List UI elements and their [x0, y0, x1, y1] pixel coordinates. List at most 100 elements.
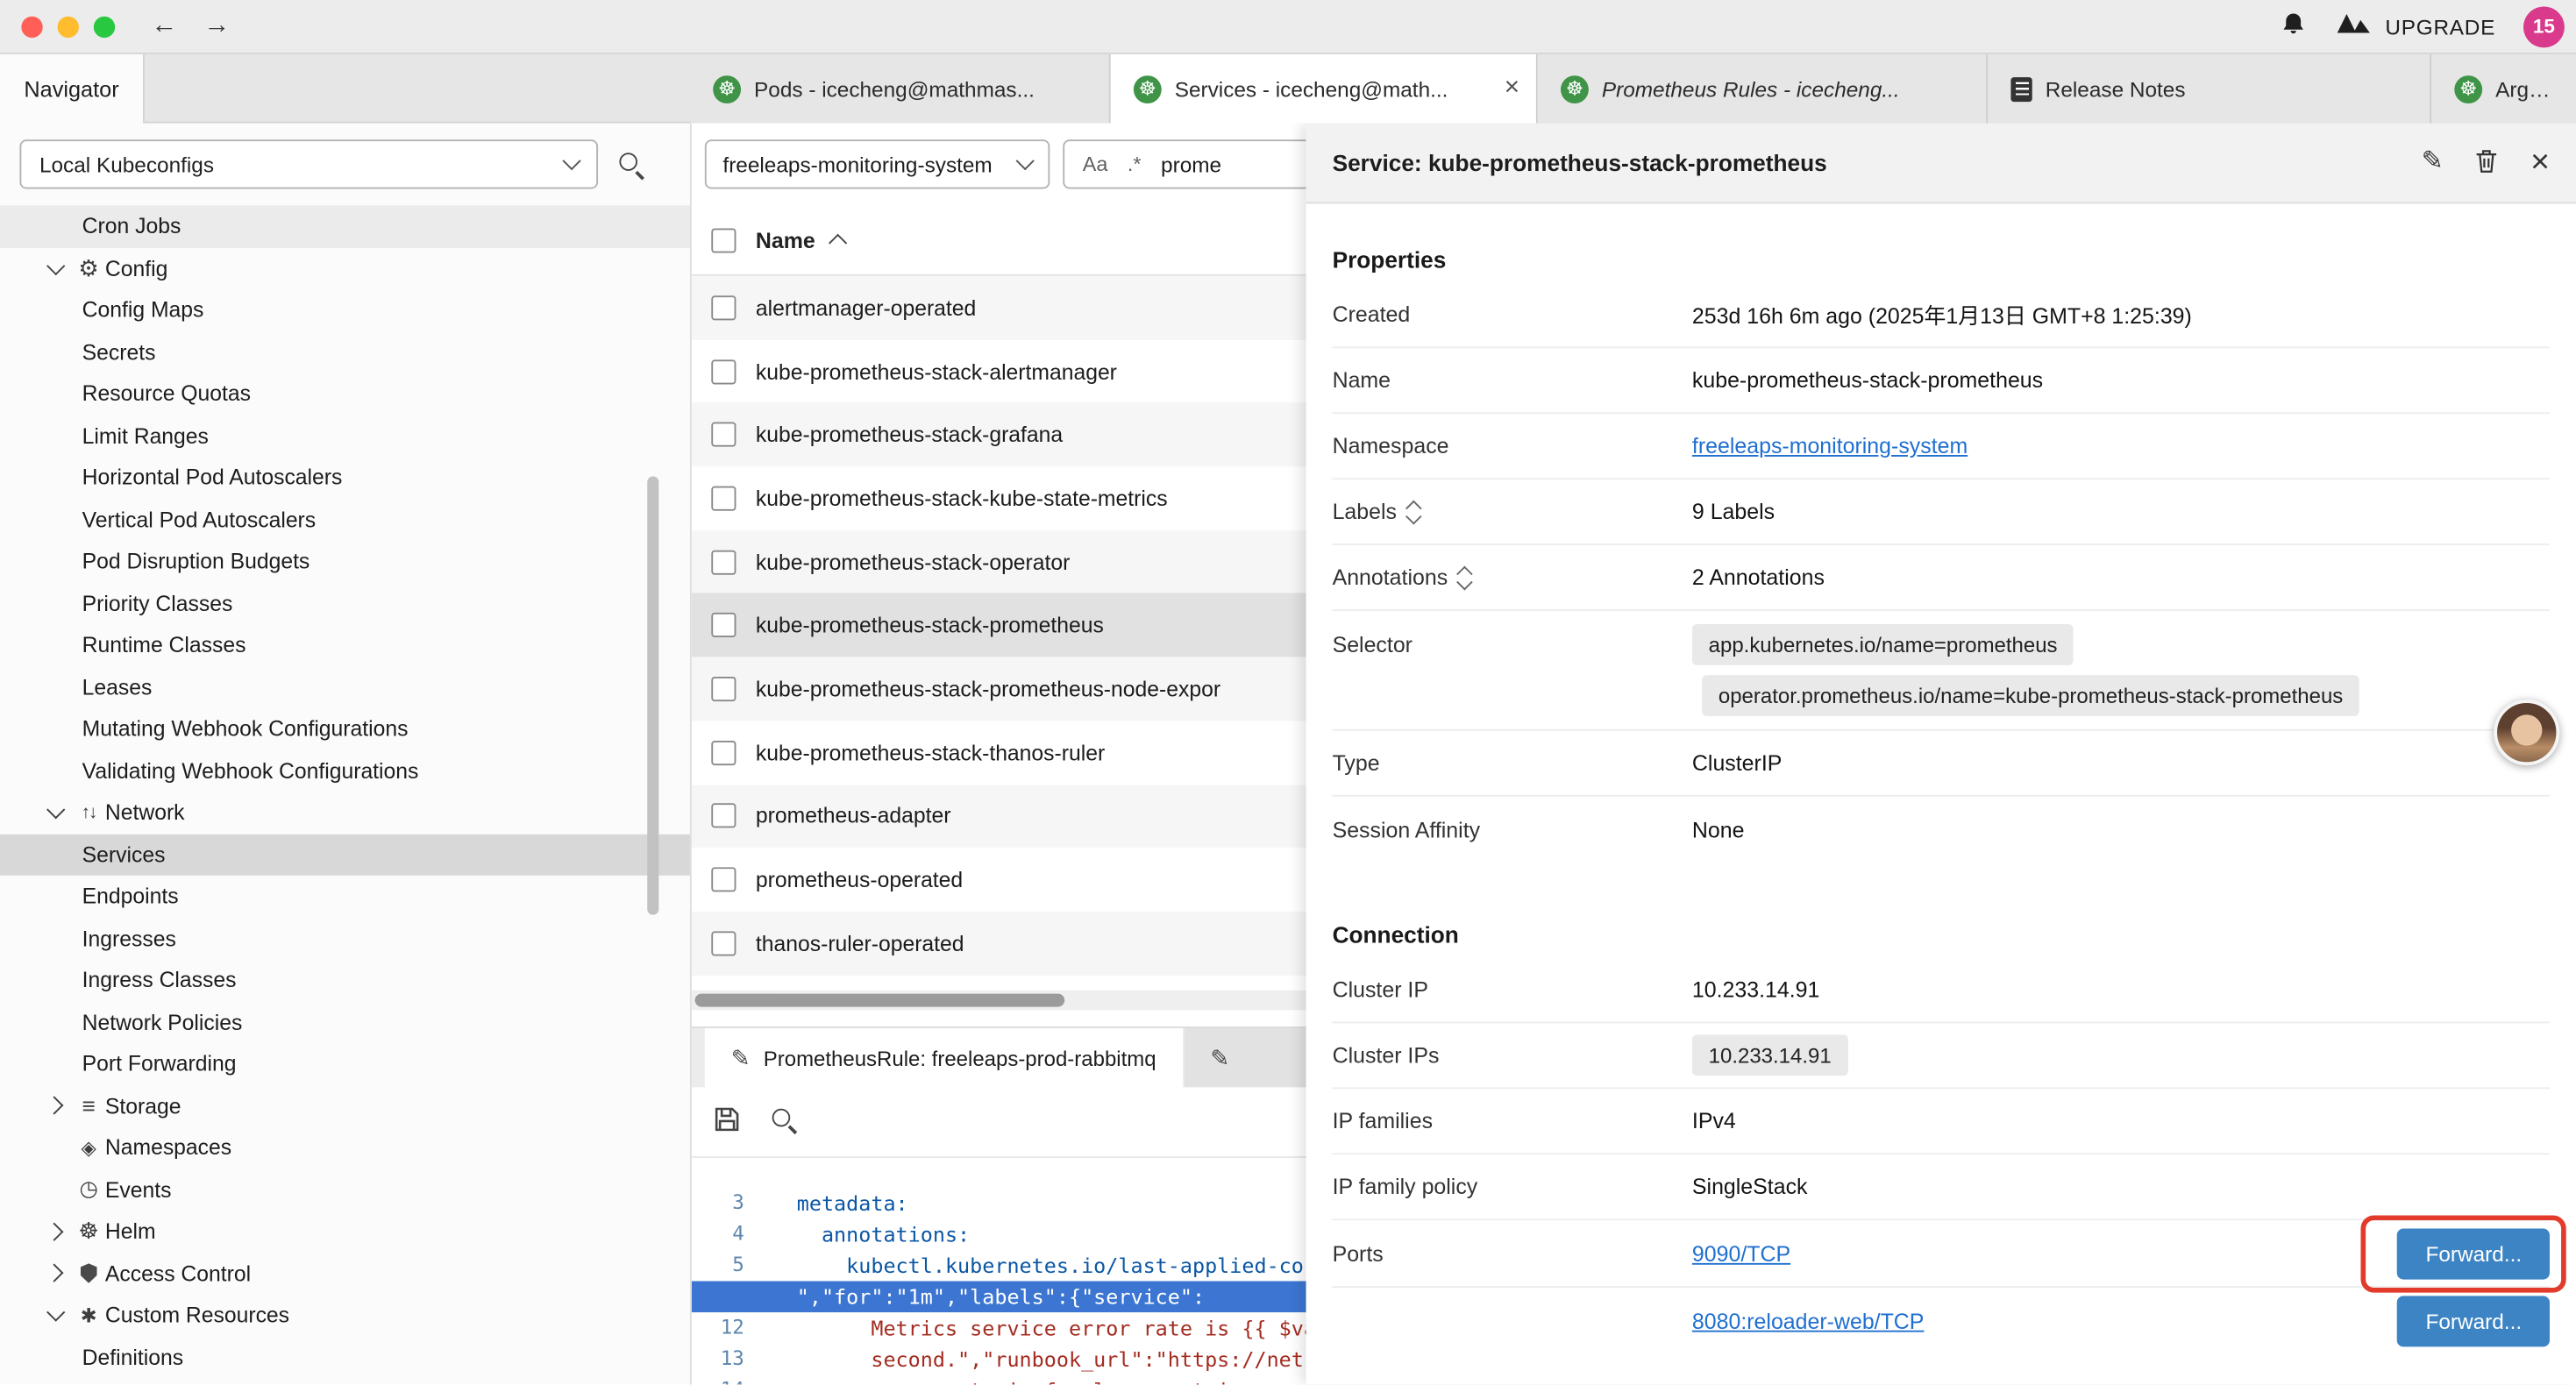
expand-labels-icon[interactable] — [1408, 501, 1420, 521]
namespace-select[interactable]: freeleaps-monitoring-system — [705, 139, 1050, 188]
sidebar-item[interactable]: Secrets — [0, 331, 690, 373]
forward-button-8080[interactable]: Forward... — [2398, 1296, 2550, 1346]
edit-icon[interactable]: ✎ — [2422, 150, 2444, 176]
tab-navigator[interactable]: Navigator — [0, 54, 145, 124]
row-checkbox[interactable] — [711, 486, 736, 510]
editor-tab[interactable]: Prometheus Rules - icecheng... × — [1538, 54, 1988, 124]
editor-line[interactable]: 13 second.","runbook_url":"https://net — [692, 1344, 1306, 1375]
upgrade-button[interactable]: UPGRADE — [2336, 11, 2495, 41]
port-link-8080[interactable]: 8080:reloader-web/TCP — [1692, 1309, 1925, 1333]
dock-tab-partial[interactable]: ✎ — [1184, 1028, 1306, 1087]
table-row[interactable]: kube-prometheus-stack-prometheus — [692, 593, 1306, 657]
sidebar-item[interactable]: Pod Disruption Budgets — [0, 540, 690, 582]
table-row[interactable]: kube-prometheus-stack-kube-state-metrics — [692, 466, 1306, 529]
sidebar-item[interactable]: Definitions — [0, 1336, 690, 1378]
namespace-link[interactable]: freeleaps-monitoring-system — [1692, 434, 1968, 458]
sidebar-item[interactable]: Vertical Pod Autoscalers — [0, 499, 690, 541]
editor-tab[interactable]: Argo S... × — [2431, 54, 2576, 124]
close-drawer-icon[interactable]: × — [2530, 146, 2550, 179]
sidebar-item[interactable]: Limit Ranges — [0, 415, 690, 457]
sidebar-item[interactable]: Resource Quotas — [0, 373, 690, 415]
notification-count-badge[interactable]: 15 — [2523, 6, 2565, 47]
editor-tab[interactable]: Pods - icecheng@mathmas... × — [690, 54, 1111, 124]
table-row[interactable]: thanos-ruler-operated — [692, 912, 1306, 975]
sidebar-item[interactable]: Storage — [0, 1085, 690, 1127]
table-row[interactable]: kube-prometheus-stack-operator — [692, 530, 1306, 593]
row-checkbox[interactable] — [711, 740, 736, 764]
editor-search-icon[interactable] — [771, 1106, 797, 1138]
expand-annotations-icon[interactable] — [1459, 567, 1470, 586]
editor-tab[interactable]: Services - icecheng@math... × — [1111, 54, 1538, 124]
match-case-toggle[interactable]: Aa — [1083, 153, 1108, 175]
zoom-window-button[interactable] — [94, 16, 115, 37]
sidebar-item[interactable]: Runtime Classes — [0, 624, 690, 666]
row-checkbox[interactable] — [711, 423, 736, 447]
row-checkbox[interactable] — [711, 867, 736, 891]
sidebar-item[interactable]: Config — [0, 247, 690, 289]
save-icon[interactable] — [713, 1105, 741, 1138]
sidebar-item[interactable]: Leases — [0, 666, 690, 708]
yaml-editor[interactable]: 3 metadata: 4 annotations: 5 kubectl.kub… — [692, 1158, 1306, 1385]
back-arrow-icon[interactable]: ← — [151, 11, 177, 41]
kubeconfig-select[interactable]: Local Kubeconfigs — [19, 139, 598, 188]
editor-tab[interactable]: Release Notes × — [1988, 54, 2431, 124]
sidebar-item[interactable]: Network Policies — [0, 1001, 690, 1043]
user-avatar[interactable] — [2494, 700, 2559, 765]
table-row[interactable]: prometheus-operated — [692, 848, 1306, 911]
sidebar-item[interactable]: Horizontal Pod Autoscalers — [0, 457, 690, 499]
select-all-checkbox[interactable] — [711, 228, 736, 252]
editor-line[interactable]: 14 error rate in freeleaps metrics ser — [692, 1374, 1306, 1384]
table-row[interactable]: kube-prometheus-stack-grafana — [692, 403, 1306, 466]
editor-line[interactable]: 5 kubectl.kubernetes.io/last-applied-co — [692, 1250, 1306, 1282]
table-row[interactable]: alertmanager-operated — [692, 276, 1306, 339]
delete-icon[interactable] — [2474, 147, 2499, 179]
upgrade-label: UPGRADE — [2385, 14, 2495, 39]
search-input[interactable]: prome — [1161, 152, 1221, 176]
sidebar-item[interactable]: Helm — [0, 1211, 690, 1253]
notifications-bell-icon[interactable] — [2279, 9, 2309, 43]
sidebar-item[interactable]: Cron Jobs — [0, 205, 690, 247]
close-window-button[interactable] — [21, 16, 42, 37]
sidebar-item[interactable]: Network — [0, 792, 690, 834]
sidebar-item[interactable]: Services — [0, 834, 690, 876]
regex-toggle[interactable]: .* — [1128, 153, 1142, 175]
sidebar-search-icon[interactable] — [618, 151, 644, 182]
dock-tab-prometheusrule[interactable]: ✎ PrometheusRule: freeleaps-prod-rabbitm… — [705, 1028, 1183, 1087]
name-column-header[interactable]: Name — [756, 228, 845, 252]
row-checkbox[interactable] — [711, 931, 736, 955]
sidebar-item[interactable]: Access Control — [0, 1253, 690, 1295]
table-row[interactable]: prometheus-adapter — [692, 785, 1306, 848]
forward-button-9090[interactable]: Forward... — [2398, 1228, 2550, 1279]
sidebar-item[interactable]: Validating Webhook Configurations — [0, 749, 690, 792]
horizontal-scrollbar-thumb[interactable] — [695, 994, 1065, 1007]
row-checkbox[interactable] — [711, 677, 736, 701]
editor-line[interactable]: 3 metadata: — [692, 1188, 1306, 1219]
table-row[interactable]: kube-prometheus-stack-thanos-ruler — [692, 721, 1306, 784]
close-tab-icon[interactable]: × — [1505, 75, 1520, 102]
editor-line[interactable]: 4 annotations: — [692, 1218, 1306, 1250]
minimize-window-button[interactable] — [58, 16, 79, 37]
sidebar-item[interactable]: Ingresses — [0, 917, 690, 959]
row-checkbox[interactable] — [711, 613, 736, 637]
row-checkbox[interactable] — [711, 359, 736, 383]
sidebar-item[interactable]: Ingress Classes — [0, 959, 690, 1001]
sidebar-scrollbar[interactable] — [647, 476, 658, 914]
sidebar-item[interactable]: Namespaces — [0, 1126, 690, 1168]
sidebar-item[interactable]: Endpoints — [0, 876, 690, 918]
sidebar-item[interactable]: Custom Resources — [0, 1294, 690, 1336]
forward-arrow-icon[interactable]: → — [203, 11, 230, 41]
sidebar-item[interactable]: Priority Classes — [0, 582, 690, 624]
table-row[interactable]: kube-prometheus-stack-prometheus-node-ex… — [692, 657, 1306, 721]
row-checkbox[interactable] — [711, 550, 736, 574]
sidebar-item[interactable]: Events — [0, 1168, 690, 1211]
port-link-9090[interactable]: 9090/TCP — [1692, 1241, 1790, 1266]
sidebar-item[interactable]: Mutating Webhook Configurations — [0, 708, 690, 750]
row-checkbox[interactable] — [711, 804, 736, 828]
editor-line[interactable]: ","for":"1m","labels":{"service": — [692, 1281, 1306, 1312]
sidebar-item[interactable]: Config Maps — [0, 289, 690, 331]
row-checkbox[interactable] — [711, 295, 736, 320]
table-row[interactable]: kube-prometheus-stack-alertmanager — [692, 339, 1306, 402]
sidebar-item[interactable]: Port Forwarding — [0, 1043, 690, 1085]
editor-line[interactable]: 12 Metrics service error rate is {{ $va — [692, 1312, 1306, 1344]
services-search-box[interactable]: Aa .* prome — [1063, 139, 1306, 188]
